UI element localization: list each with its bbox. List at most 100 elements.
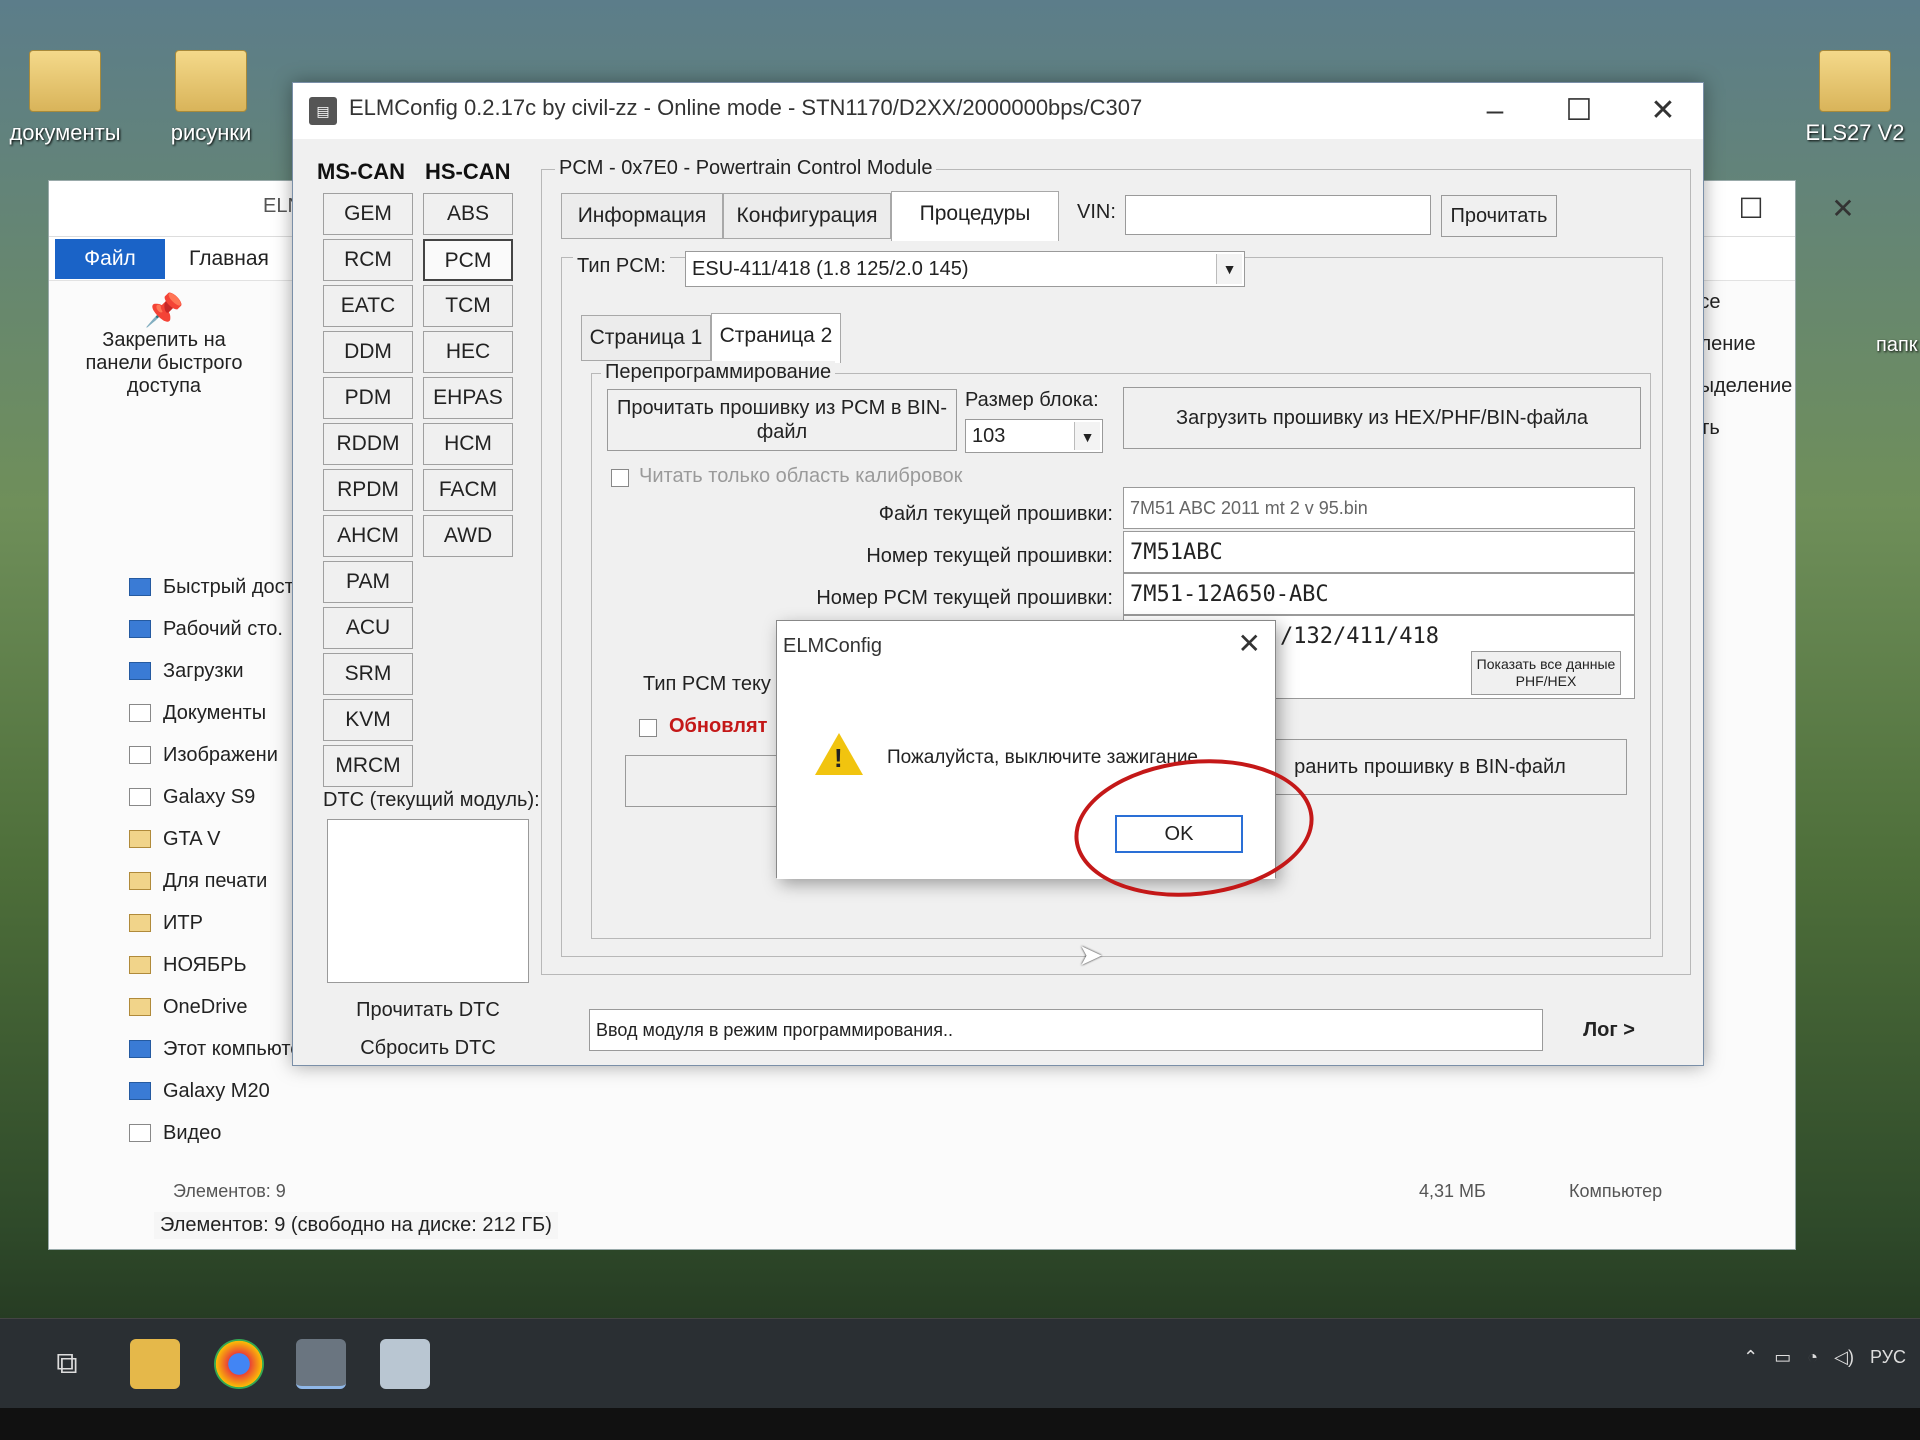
ribbon-item[interactable]: ить	[1689, 407, 1789, 449]
module-button-ahcm[interactable]: AHCM	[323, 515, 413, 557]
tab-info[interactable]: Информация	[561, 193, 723, 239]
folder-icon	[129, 788, 151, 806]
module-button-ehpas[interactable]: EHPAS	[423, 377, 513, 419]
module-button-pcm[interactable]: PCM	[423, 239, 513, 281]
module-button-facm[interactable]: FACM	[423, 469, 513, 511]
current-file-label: Файл текущей прошивки:	[878, 503, 1113, 525]
module-button-hec[interactable]: HEC	[423, 331, 513, 373]
module-button-gem[interactable]: GEM	[323, 193, 413, 235]
status-field: Ввод модуля в режим программирования..	[589, 1009, 1543, 1051]
module-button-ddm[interactable]: DDM	[323, 331, 413, 373]
invert-selection-button[interactable]: выделение	[1689, 365, 1792, 407]
read-dtc-button[interactable]: Прочитать DTC	[327, 993, 529, 1027]
module-button-rddm[interactable]: RDDM	[323, 423, 413, 465]
wifi-icon[interactable]: ◔	[1807, 1347, 1818, 1368]
cloud-icon	[129, 998, 151, 1016]
module-button-srm[interactable]: SRM	[323, 653, 413, 695]
block-size-select[interactable]: 103 ▼	[965, 419, 1103, 453]
language-indicator[interactable]: РУС	[1870, 1347, 1906, 1368]
current-number-field[interactable]: 7M51ABC	[1123, 531, 1635, 573]
elm-titlebar[interactable]: ▤ ELMConfig 0.2.17c by civil-zz - Online…	[293, 83, 1703, 139]
tab-home[interactable]: Главная	[189, 239, 269, 279]
pcm-type-fw-value: /132/411/418	[1280, 624, 1439, 649]
nav-label: OneDrive	[163, 995, 248, 1018]
elmconfig-window[interactable]: ▤ ELMConfig 0.2.17c by civil-zz - Online…	[292, 82, 1704, 1066]
pin-quick-access-button[interactable]: 📌 Закрепить на панели быстрого доступа	[69, 291, 259, 398]
ms-can-label: MS-CAN	[317, 159, 405, 184]
module-button-tcm[interactable]: TCM	[423, 285, 513, 327]
tab-procedures[interactable]: Процедуры	[891, 191, 1059, 241]
desktop-icon-pictures[interactable]: рисунки	[136, 50, 286, 146]
module-button-abs[interactable]: ABS	[423, 193, 513, 235]
size-text: 4,31 МБ	[1419, 1181, 1486, 1201]
tab-file[interactable]: Файл	[55, 239, 165, 279]
read-firmware-button[interactable]: Прочитать прошивку из PCM в BIN-файл	[607, 389, 957, 451]
chevron-down-icon[interactable]: ▼	[1074, 422, 1100, 450]
app-taskbar-icon[interactable]	[380, 1339, 430, 1389]
pcm-number-field[interactable]: 7M51-12A650-ABC	[1123, 573, 1635, 615]
module-button-awd[interactable]: AWD	[423, 515, 513, 557]
phone-icon	[129, 1082, 151, 1100]
desktop-icon-label: рисунки	[170, 120, 252, 145]
deselect-button[interactable]: еление	[1689, 323, 1789, 365]
nav-label: Galaxy S9	[163, 785, 256, 808]
module-button-rpdm[interactable]: RPDM	[323, 469, 413, 511]
pcm-type-select[interactable]: ESU-411/418 (1.8 125/2.0 145) ▼	[685, 251, 1245, 287]
tab-config[interactable]: Конфигурация	[723, 193, 891, 239]
subtab-page2[interactable]: Страница 2	[711, 313, 841, 363]
maximize-icon[interactable]: ☐	[1549, 89, 1609, 133]
module-button-pdm[interactable]: PDM	[323, 377, 413, 419]
select-all-button[interactable]: все	[1689, 281, 1789, 323]
current-file-field[interactable]: 7M51 ABC 2011 mt 2 v 95.bin	[1123, 487, 1635, 529]
close-icon[interactable]: ✕	[1813, 189, 1873, 229]
vin-input[interactable]	[1125, 195, 1431, 235]
document-icon	[129, 704, 151, 722]
close-icon[interactable]: ✕	[1238, 627, 1261, 660]
close-icon[interactable]: ✕	[1633, 89, 1693, 133]
update-label: Обновлят	[669, 715, 768, 737]
desktop-icon-els27[interactable]: ELS27 V2	[1790, 50, 1920, 146]
nav-label: Для печати	[163, 869, 268, 892]
module-button-acu[interactable]: ACU	[323, 607, 413, 649]
chrome-icon[interactable]	[214, 1339, 264, 1389]
battery-icon[interactable]: ▭	[1774, 1347, 1791, 1368]
module-button-mrcm[interactable]: MRCM	[323, 745, 413, 787]
elmconfig-taskbar-icon[interactable]	[296, 1339, 346, 1389]
module-button-kvm[interactable]: KVM	[323, 699, 413, 741]
show-all-data-button[interactable]: Показать все данные PHF/HEX	[1471, 651, 1621, 695]
log-button[interactable]: Лог >	[1561, 1009, 1657, 1051]
load-firmware-button[interactable]: Загрузить прошивку из HEX/PHF/BIN-файла	[1123, 387, 1641, 449]
volume-icon[interactable]: ◁)	[1834, 1347, 1854, 1368]
dtc-list[interactable]	[327, 819, 529, 983]
update-checkbox[interactable]	[639, 719, 657, 737]
module-button-pam[interactable]: PAM	[323, 561, 413, 603]
nav-item[interactable]: Galaxy M20	[129, 1070, 389, 1112]
taskbar: ⧉ ⌃ ▭ ◔ ◁) РУС	[0, 1318, 1920, 1408]
module-button-rcm[interactable]: RCM	[323, 239, 413, 281]
nav-label: НОЯБРЬ	[163, 953, 247, 976]
file-explorer-taskbar-icon[interactable]	[130, 1339, 180, 1389]
write-firmware-button[interactable]	[625, 755, 785, 807]
warning-icon: !	[815, 733, 863, 775]
block-size-value: 103	[972, 424, 1006, 447]
read-vin-button[interactable]: Прочитать	[1441, 195, 1557, 237]
desktop-icon-label: ELS27 V2	[1805, 120, 1905, 145]
pin-icon: 📌	[144, 292, 184, 328]
nav-label: GTA V	[163, 827, 221, 850]
minimize-icon[interactable]: –	[1465, 89, 1525, 133]
desktop-icon-documents[interactable]: документы	[0, 50, 140, 146]
chevron-down-icon[interactable]: ▼	[1216, 254, 1242, 284]
explorer-ribbon-right: все еление выделение ить	[1689, 281, 1792, 449]
calib-only-checkbox[interactable]	[611, 469, 629, 487]
module-button-hcm[interactable]: HCM	[423, 423, 513, 465]
nav-item[interactable]: Видео	[129, 1112, 389, 1154]
desktop-icon-label: документы	[9, 120, 121, 145]
maximize-icon[interactable]: ☐	[1721, 189, 1781, 229]
module-button-eatc[interactable]: EATC	[323, 285, 413, 327]
chevron-up-icon[interactable]: ⌃	[1743, 1347, 1758, 1368]
reset-dtc-button[interactable]: Сбросить DTC	[327, 1031, 529, 1065]
subtab-page1[interactable]: Страница 1	[581, 315, 711, 361]
window-title: ELMConfig 0.2.17c by civil-zz - Online m…	[349, 95, 1143, 120]
task-view-icon[interactable]: ⧉	[42, 1339, 92, 1389]
dialog-message: Пожалуйста, выключите зажигание	[887, 747, 1198, 768]
